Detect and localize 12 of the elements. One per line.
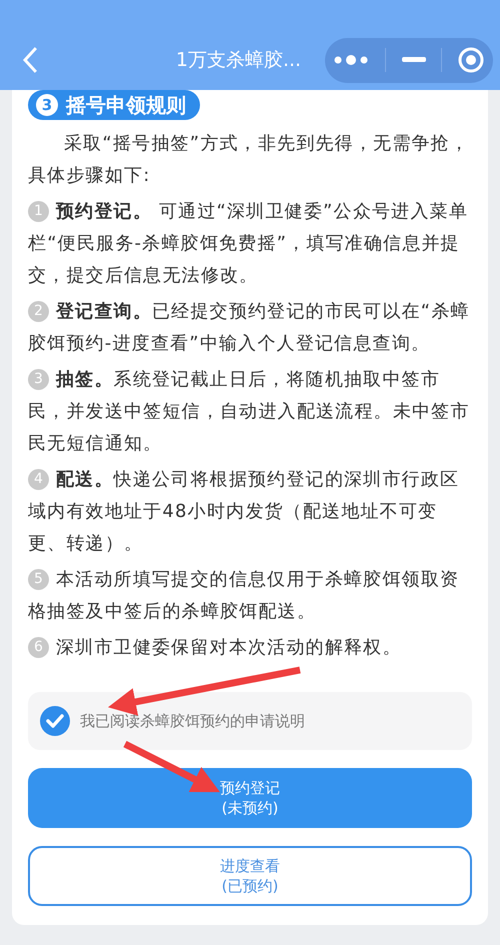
minimize-icon[interactable] <box>402 57 426 63</box>
intro-paragraph: 采取“摇号抽签”方式，非先到先得，无需争抢，具体步骤如下: <box>28 132 470 188</box>
progress-button[interactable]: 进度查看 (已预约) <box>28 846 472 906</box>
section-title: 摇号申领规则 <box>66 92 186 118</box>
page-title: 1万支杀蟑胶... <box>176 48 302 73</box>
section-number: 3 <box>36 94 58 116</box>
agreement-label: 我已阅读杀蟑胶饵预约的申请说明 <box>80 712 305 730</box>
close-icon[interactable] <box>457 46 486 74</box>
register-button[interactable]: 预约登记 (未预约) <box>28 768 472 828</box>
back-icon[interactable] <box>22 46 38 74</box>
checkbox[interactable] <box>40 706 70 736</box>
more-icon[interactable] <box>332 53 370 67</box>
